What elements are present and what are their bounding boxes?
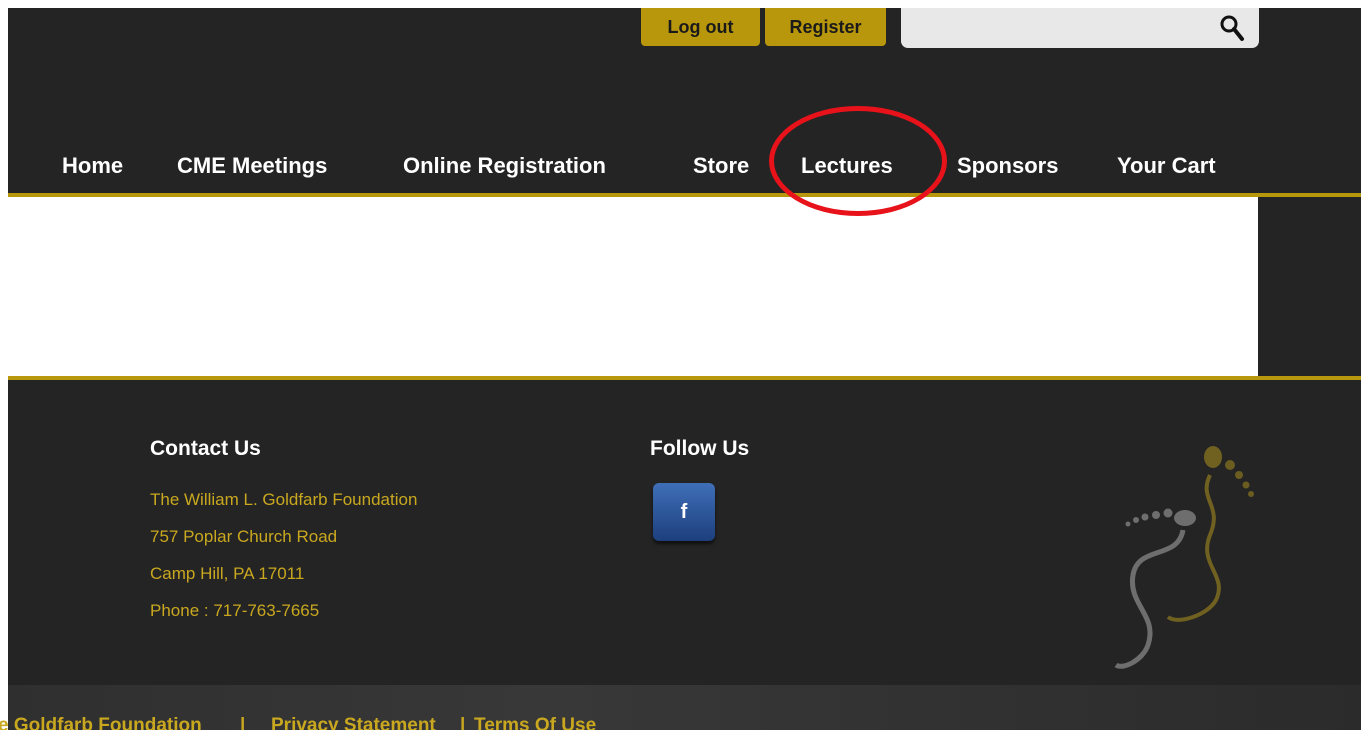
contact-street: 757 Poplar Church Road (150, 527, 338, 546)
bottom-bar: e Goldfarb Foundation | Privacy Statemen… (0, 685, 1361, 730)
terms-link[interactable]: Terms Of Use (474, 715, 596, 730)
contact-city: Camp Hill, PA 17011 (150, 564, 305, 583)
nav-item-home[interactable]: Home (62, 146, 123, 186)
nav-item-lectures[interactable]: Lectures (801, 146, 893, 186)
site-header: Log out Register Home CME Meetings Onlin… (8, 8, 1361, 195)
logout-button[interactable]: Log out (641, 8, 760, 46)
separator: | (240, 715, 246, 730)
page: Log out Register Home CME Meetings Onlin… (0, 0, 1361, 730)
site-footer: Contact Us The William L. Goldfarb Found… (8, 380, 1361, 685)
search-input[interactable] (911, 8, 1215, 46)
main-nav: Home CME Meetings Online Registration St… (8, 146, 1361, 186)
register-button[interactable]: Register (765, 8, 886, 46)
nav-item-your-cart[interactable]: Your Cart (1117, 146, 1216, 186)
nav-item-online-registration[interactable]: Online Registration (403, 146, 606, 186)
nav-item-store[interactable]: Store (693, 146, 749, 186)
nav-item-sponsors[interactable]: Sponsors (957, 146, 1058, 186)
main-content (8, 197, 1258, 377)
side-panel (1258, 197, 1361, 377)
follow-heading: Follow Us (650, 437, 750, 460)
contact-heading: Contact Us (150, 437, 261, 460)
privacy-link[interactable]: Privacy Statement (271, 715, 436, 730)
contact-phone: Phone : 717-763-7665 (150, 601, 320, 620)
feet-logo (1114, 446, 1254, 669)
nav-item-cme-meetings[interactable]: CME Meetings (177, 146, 327, 186)
search-icon[interactable] (1219, 14, 1245, 42)
facebook-icon[interactable]: f (653, 483, 715, 541)
foundation-link[interactable]: e Goldfarb Foundation (0, 715, 202, 730)
separator: | (460, 715, 466, 730)
contact-org-name: The William L. Goldfarb Foundation (150, 490, 418, 509)
search-box (901, 8, 1259, 48)
